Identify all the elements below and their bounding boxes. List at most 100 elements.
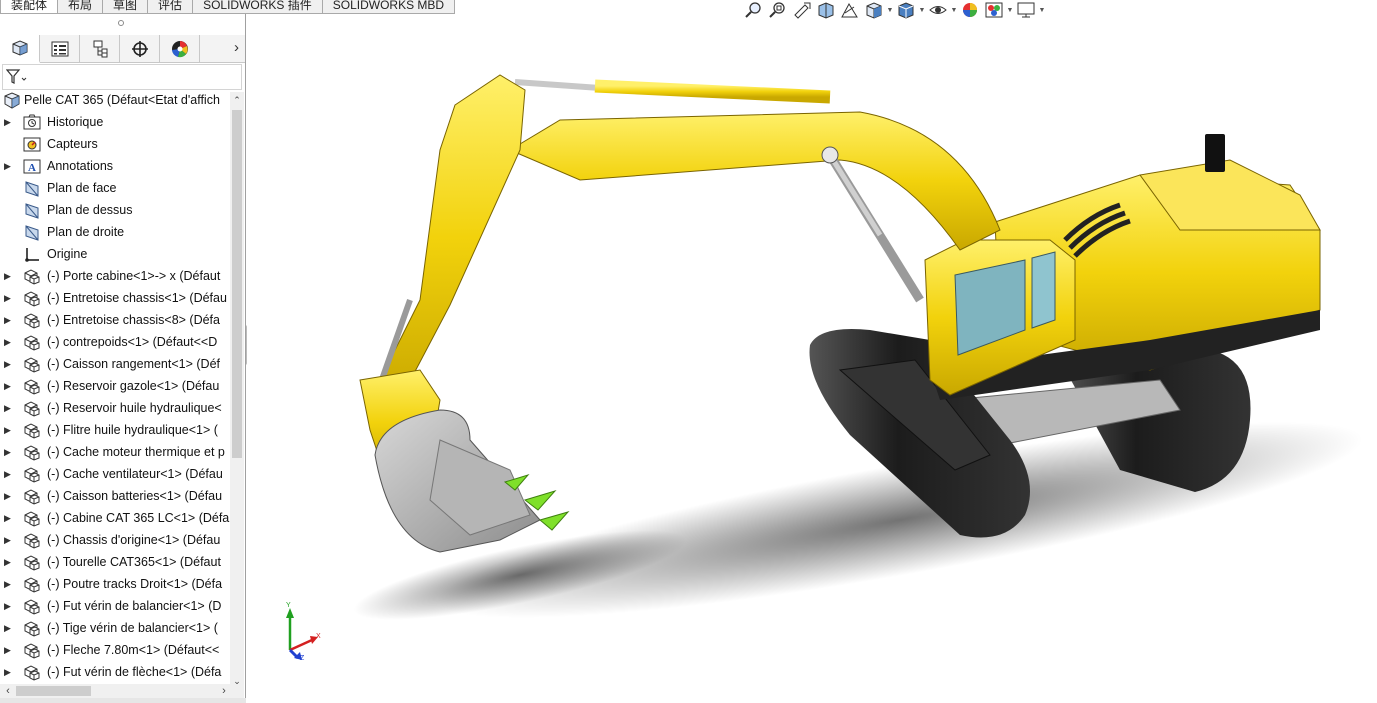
expand-arrow-icon[interactable]: ▶ [4, 287, 14, 309]
expand-arrow-icon[interactable]: ▶ [4, 463, 14, 485]
tree-item[interactable]: ▶ (-) Tige vérin de balancier<1> ( [0, 617, 230, 639]
tab-mbd[interactable]: SOLIDWORKS MBD [321, 0, 456, 14]
section-view-button[interactable] [814, 0, 838, 20]
expand-arrow-icon[interactable]: ▶ [4, 441, 14, 463]
zoom-to-area-button[interactable] [766, 0, 790, 20]
excavator-model[interactable] [247, 14, 1377, 703]
view-settings-button[interactable] [1014, 0, 1038, 20]
expand-arrow-icon[interactable]: ▶ [4, 331, 14, 353]
expand-arrow-icon[interactable]: ▶ [4, 595, 14, 617]
expand-arrow-icon[interactable]: ▶ [4, 375, 14, 397]
tree-item[interactable]: ▶ A Annotations [0, 155, 230, 177]
scroll-up-icon[interactable]: ⌃ [232, 94, 242, 106]
expand-arrow-icon[interactable]: ▶ [4, 551, 14, 573]
tree-item[interactable]: ▶ (-) Cabine CAT 365 LC<1> (Défa [0, 507, 230, 529]
previous-view-button[interactable] [790, 0, 814, 20]
expand-arrow-icon[interactable]: ▶ [4, 397, 14, 419]
command-manager-tabs: 装配体 布局 草图 评估 SOLIDWORKS 插件 SOLIDWORKS MB… [0, 0, 456, 14]
tree-horizontal-scrollbar[interactable]: ‹ › [0, 684, 244, 698]
expand-arrow-icon[interactable]: ▶ [4, 661, 14, 683]
tree-item[interactable]: Plan de dessus [0, 199, 230, 221]
plane-icon [25, 225, 39, 241]
tree-item[interactable]: Plan de face [0, 177, 230, 199]
expand-arrow-icon[interactable]: ▶ [4, 309, 14, 331]
display-style-button[interactable] [894, 0, 918, 20]
tree-item-label: (-) Entretoise chassis<8> (Défa [47, 313, 220, 327]
more-tabs-chevron-icon[interactable]: › [234, 39, 239, 56]
tree-root-assembly[interactable]: Pelle CAT 365 (Défaut<Etat d'affich [0, 89, 230, 111]
tree-item[interactable]: ▶ (-) Cache ventilateur<1> (Défau [0, 463, 230, 485]
tree-item-label: (-) Reservoir gazole<1> (Défau [47, 379, 220, 393]
view-orientation-button[interactable] [862, 0, 886, 20]
expand-arrow-icon[interactable]: ▶ [4, 111, 14, 133]
expand-arrow-icon[interactable]: ▶ [4, 529, 14, 551]
part-icon [24, 489, 40, 505]
expand-arrow-icon[interactable]: ▶ [4, 265, 14, 287]
apply-scene-dropdown-icon[interactable]: ▼ [1006, 7, 1014, 14]
view-settings-dropdown-icon[interactable]: ▼ [1038, 7, 1046, 14]
tab-evaluate[interactable]: 评估 [147, 0, 194, 14]
tab-assembly[interactable]: 装配体 [0, 0, 59, 14]
tree-item-label: Plan de face [47, 181, 117, 195]
expand-arrow-icon[interactable]: ▶ [4, 639, 14, 661]
display-style-dropdown-icon[interactable]: ▼ [918, 7, 926, 14]
hscroll-thumb[interactable] [16, 686, 91, 696]
boom-pin [821, 146, 839, 164]
expand-arrow-icon[interactable]: ▶ [4, 419, 14, 441]
expand-arrow-icon[interactable]: ▶ [4, 617, 14, 639]
scroll-thumb[interactable] [232, 110, 242, 458]
tree-item-label: (-) Poutre tracks Droit<1> (Défa [47, 577, 223, 591]
tree-item[interactable]: ▶ (-) Caisson rangement<1> (Déf [0, 353, 230, 375]
part-icon [24, 445, 40, 461]
tree-item[interactable]: ▶ (-) Entretoise chassis<1> (Défau [0, 287, 230, 309]
tree-item[interactable]: ▶ (-) Fut vérin de balancier<1> (D [0, 595, 230, 617]
tree-item[interactable]: ▶ (-) Chassis d'origine<1> (Défau [0, 529, 230, 551]
expand-arrow-icon[interactable]: ▶ [4, 485, 14, 507]
tree-item[interactable]: Plan de droite [0, 221, 230, 243]
tree-item[interactable]: ▶ (-) Reservoir gazole<1> (Défau [0, 375, 230, 397]
edit-appearance-button[interactable] [958, 0, 982, 20]
edit-appearance-icon [963, 3, 977, 17]
tree-item[interactable]: Origine [0, 243, 230, 265]
tree-filter-bar[interactable] [2, 64, 242, 90]
apply-scene-button[interactable] [982, 0, 1006, 20]
expand-arrow-icon[interactable]: ▶ [4, 353, 14, 375]
hide-show-items-button[interactable] [926, 0, 950, 20]
tab-property-manager[interactable] [40, 35, 80, 63]
dynamic-annotation-views-button[interactable] [838, 0, 862, 20]
tree-item[interactable]: ▶ (-) Entretoise chassis<8> (Défa [0, 309, 230, 331]
tab-dimxpert[interactable] [120, 35, 160, 63]
stick-cylinder-rod [514, 79, 601, 91]
tree-item[interactable]: ▶ (-) Fleche 7.80m<1> (Défaut<< [0, 639, 230, 661]
tree-item[interactable]: ▶ (-) contrepoids<1> (Défaut<<D [0, 331, 230, 353]
tree-item[interactable]: Capteurs [0, 133, 230, 155]
exhaust-stack [1205, 134, 1225, 172]
graphics-area[interactable]: Y X Z [247, 14, 1377, 703]
hide-show-dropdown-icon[interactable]: ▼ [950, 7, 958, 14]
scroll-right-icon[interactable]: › [218, 684, 230, 698]
tree-item[interactable]: ▶ (-) Caisson batteries<1> (Défau [0, 485, 230, 507]
tree-item[interactable]: ▶ (-) Reservoir huile hydraulique< [0, 397, 230, 419]
tree-vertical-scrollbar[interactable]: ⌃ ⌄ [230, 92, 244, 689]
panel-grip[interactable] [0, 14, 245, 35]
tab-sketch[interactable]: 草图 [102, 0, 149, 14]
zoom-to-fit-button[interactable] [742, 0, 766, 20]
tab-display-manager[interactable] [160, 35, 200, 63]
tab-configuration-manager[interactable] [80, 35, 120, 63]
tree-item[interactable]: ▶ (-) Porte cabine<1>-> x (Défaut [0, 265, 230, 287]
expand-arrow-icon[interactable]: ▶ [4, 507, 14, 529]
bottom-tab-strip[interactable] [0, 698, 246, 703]
tree-item[interactable]: ▶ Historique [0, 111, 230, 133]
tree-item[interactable]: ▶ (-) Fut vérin de flèche<1> (Défa [0, 661, 230, 683]
tab-layout[interactable]: 布局 [57, 0, 104, 14]
expand-arrow-icon[interactable]: ▶ [4, 155, 14, 177]
tab-addins[interactable]: SOLIDWORKS 插件 [192, 0, 323, 14]
expand-arrow-icon[interactable]: ▶ [4, 573, 14, 595]
tab-feature-manager[interactable] [0, 35, 40, 63]
tree-item[interactable]: ▶ (-) Poutre tracks Droit<1> (Défa [0, 573, 230, 595]
tree-item[interactable]: ▶ (-) Cache moteur thermique et p [0, 441, 230, 463]
view-orientation-dropdown-icon[interactable]: ▼ [886, 7, 894, 14]
scroll-left-icon[interactable]: ‹ [2, 684, 14, 698]
tree-item[interactable]: ▶ (-) Tourelle CAT365<1> (Défaut [0, 551, 230, 573]
tree-item[interactable]: ▶ (-) Flitre huile hydraulique<1> ( [0, 419, 230, 441]
